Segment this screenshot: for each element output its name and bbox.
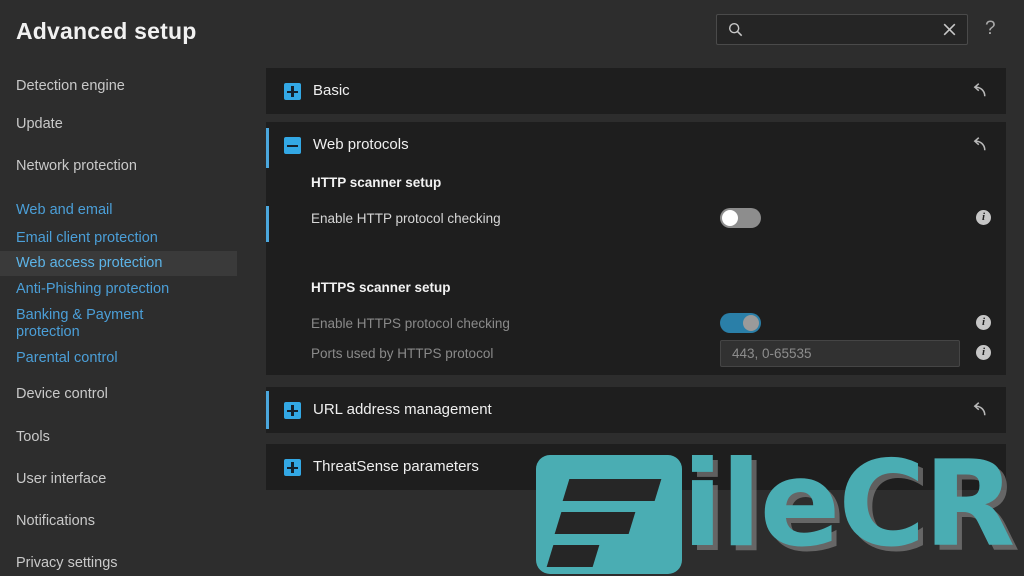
section-threatsense-parameters-header[interactable]: ThreatSense parameters xyxy=(266,444,1006,490)
row-accent-bar xyxy=(266,206,269,242)
sidebar-item-tools[interactable]: Tools xyxy=(0,425,237,450)
page-title: Advanced setup xyxy=(16,18,197,44)
enable-http-label: Enable HTTP protocol checking xyxy=(311,211,501,226)
close-icon[interactable] xyxy=(941,21,958,38)
sidebar-item-web-access-protection[interactable]: Web access protection xyxy=(0,251,237,276)
sidebar-item-parental-control[interactable]: Parental control xyxy=(0,346,237,371)
sidebar-item-device-control[interactable]: Device control xyxy=(0,382,237,407)
sidebar-item-network-protection[interactable]: Network protection xyxy=(0,154,237,179)
section-url-address-management[interactable]: URL address management xyxy=(266,387,1006,433)
sidebar-item-label: Detection engine xyxy=(16,78,125,94)
sidebar-item-update[interactable]: Update xyxy=(0,112,237,137)
https-ports-label: Ports used by HTTPS protocol xyxy=(311,346,494,361)
sidebar-item-label: Device control xyxy=(16,386,108,402)
settings-content: Basic Web protocols HTTP scanner setup E… xyxy=(266,62,1006,576)
undo-icon[interactable] xyxy=(971,400,990,419)
section-web-protocols-header[interactable]: Web protocols xyxy=(266,122,1006,168)
undo-icon[interactable] xyxy=(971,135,990,154)
section-threatsense-parameters-label: ThreatSense parameters xyxy=(313,458,479,475)
section-basic[interactable]: Basic xyxy=(266,68,1006,114)
toggle-knob xyxy=(743,315,759,331)
https-scanner-setup-title: HTTPS scanner setup xyxy=(311,280,451,295)
sidebar-item-label: Banking & Payment protection xyxy=(16,307,144,340)
plus-icon[interactable] xyxy=(284,459,301,476)
sidebar-item-label: Web access protection xyxy=(16,255,163,271)
sidebar-item-email-client-protection[interactable]: Email client protection xyxy=(0,226,237,251)
https-ports-input[interactable] xyxy=(720,340,960,367)
help-icon[interactable]: ? xyxy=(985,19,996,38)
search-box[interactable] xyxy=(716,14,968,46)
undo-icon[interactable] xyxy=(971,81,990,100)
advanced-setup-window: Advanced setup ? Detection engine Update N… xyxy=(0,0,1024,576)
sidebar-item-label: Anti-Phishing protection xyxy=(16,281,170,297)
sidebar-item-anti-phishing-protection[interactable]: Anti-Phishing protection xyxy=(0,277,237,302)
section-url-address-management-header[interactable]: URL address management xyxy=(266,387,1006,433)
sidebar-item-label: Notifications xyxy=(16,513,95,529)
section-basic-label: Basic xyxy=(313,82,350,99)
sidebar-item-notifications[interactable]: Notifications xyxy=(0,509,237,534)
sidebar: Detection engine Update Network protection… xyxy=(0,62,252,576)
sidebar-item-label: Web and email xyxy=(16,202,113,218)
sidebar-item-web-and-email[interactable]: Web and email xyxy=(0,198,237,223)
sidebar-item-detection-engine[interactable]: Detection engine xyxy=(0,74,237,99)
undo-icon[interactable] xyxy=(971,457,990,476)
sidebar-item-label: Privacy settings xyxy=(16,555,118,571)
sidebar-item-label: Parental control xyxy=(16,350,118,366)
sidebar-item-banking-payment-protection[interactable]: Banking & Payment protection xyxy=(0,303,237,345)
search-icon xyxy=(728,22,743,37)
search-input[interactable] xyxy=(751,15,945,46)
sidebar-item-label: Email client protection xyxy=(16,230,158,246)
sidebar-item-privacy-settings[interactable]: Privacy settings xyxy=(0,551,237,576)
section-basic-header[interactable]: Basic xyxy=(266,68,1006,114)
info-icon[interactable]: i xyxy=(976,210,991,225)
sidebar-item-label: Update xyxy=(16,116,63,132)
sidebar-item-label: Network protection xyxy=(16,158,137,174)
section-web-protocols-label: Web protocols xyxy=(313,136,409,153)
section-web-protocols: Web protocols HTTP scanner setup Enable … xyxy=(266,122,1006,375)
http-scanner-setup-title: HTTP scanner setup xyxy=(311,175,442,190)
sidebar-item-user-interface[interactable]: User interface xyxy=(0,467,237,492)
minus-icon[interactable] xyxy=(284,137,301,154)
sidebar-item-label: User interface xyxy=(16,471,107,487)
enable-https-toggle[interactable] xyxy=(720,313,761,333)
plus-icon[interactable] xyxy=(284,402,301,419)
enable-https-label: Enable HTTPS protocol checking xyxy=(311,316,510,331)
toggle-knob xyxy=(722,210,738,226)
info-icon[interactable]: i xyxy=(976,315,991,330)
plus-icon[interactable] xyxy=(284,83,301,100)
sidebar-item-label: Tools xyxy=(16,429,50,445)
info-icon[interactable]: i xyxy=(976,345,991,360)
enable-http-toggle[interactable] xyxy=(720,208,761,228)
window-header: Advanced setup ? xyxy=(0,0,1024,62)
section-url-address-management-label: URL address management xyxy=(313,401,492,418)
section-threatsense-parameters[interactable]: ThreatSense parameters xyxy=(266,444,1006,490)
